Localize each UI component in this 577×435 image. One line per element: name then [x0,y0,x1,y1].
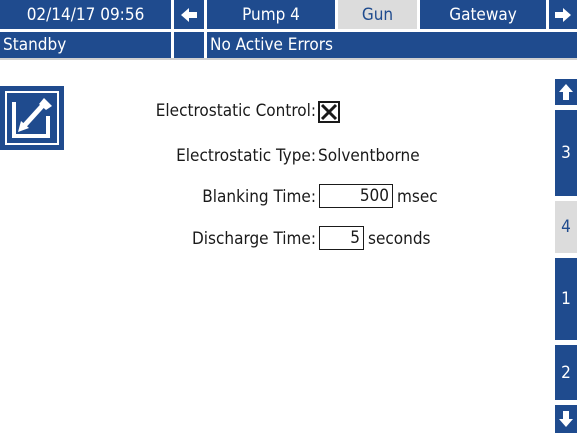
page-button-4[interactable]: 4 [555,201,577,253]
discharge-time-value: 5 [350,228,360,248]
status-mode-text: Standby [3,35,67,55]
page-button-2-label: 2 [561,362,571,383]
arrow-left-icon [181,7,197,22]
tab-next-button[interactable] [549,0,577,29]
blanking-time-value: 500 [359,186,389,206]
date-time-display: 02/14/17 09:56 [0,0,171,29]
discharge-time-label: Discharge Time: [192,229,316,249]
page-up-button[interactable] [555,79,577,105]
status-indicator [174,32,204,58]
blanking-time-unit: msec [397,187,438,207]
page-button-4-label: 4 [561,217,571,237]
page-button-1-label: 1 [561,289,571,309]
tab-pump-4[interactable]: Pump 4 [207,0,335,29]
electrostatic-type-value: Solventborne [318,146,420,166]
status-mode: Standby [0,32,171,58]
tab-gun-label: Gun [361,4,394,25]
edit-icon [5,91,59,145]
tab-pump-4-label: Pump 4 [242,4,300,25]
page-button-2[interactable]: 2 [555,345,577,400]
header-divider [0,58,577,60]
tab-gateway-label: Gateway [449,4,517,25]
status-errors: No Active Errors [207,32,577,58]
page-button-3[interactable]: 3 [555,110,577,196]
tab-gun[interactable]: Gun [338,0,417,29]
status-errors-text: No Active Errors [210,35,333,55]
arrow-up-icon [559,84,573,100]
blanking-time-label: Blanking Time: [202,187,316,207]
edit-button[interactable] [0,86,64,150]
checkbox-x-icon [320,103,338,121]
electrostatic-control-label: Electrostatic Control: [155,101,316,121]
tab-prev-button[interactable] [174,0,204,29]
page-button-3-label: 3 [561,143,571,163]
arrow-down-icon [559,411,573,427]
electrostatic-control-checkbox[interactable] [318,101,340,123]
discharge-time-field[interactable]: 5 [319,226,364,250]
discharge-time-unit: seconds [368,229,431,249]
page-down-button[interactable] [555,405,577,433]
blanking-time-field[interactable]: 500 [319,184,393,208]
page-button-1[interactable]: 1 [555,258,577,340]
arrow-right-icon [555,7,571,22]
date-time-text: 02/14/17 09:56 [26,4,145,25]
tab-gateway[interactable]: Gateway [420,0,546,29]
electrostatic-type-label: Electrostatic Type: [176,146,316,166]
